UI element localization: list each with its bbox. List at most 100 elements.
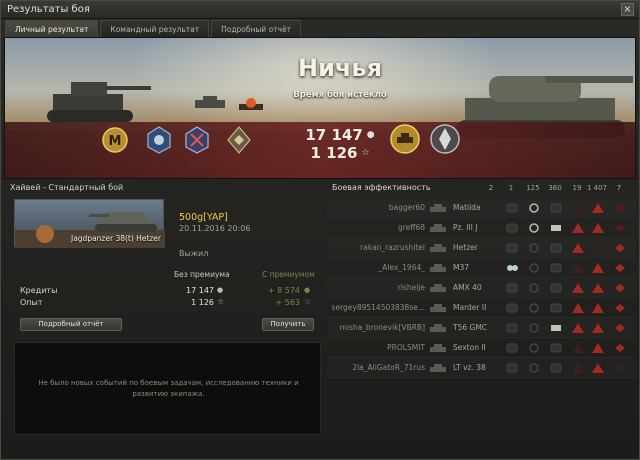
kill-icon [613, 302, 627, 314]
efficiency-row[interactable]: rakan_razrushitel Hetzer [327, 238, 636, 258]
total-xp: 1 126 [310, 144, 358, 162]
row-tank-icon [430, 284, 446, 292]
row-tank-icon [430, 364, 446, 372]
xp-label: Опыт [20, 298, 43, 307]
tab-detailed-report[interactable]: Подробный отчёт [211, 20, 301, 37]
efficiency-row[interactable]: greff68 Pz. III J [327, 218, 636, 238]
vehicle-status: Выжил [179, 249, 209, 258]
crit-icon [571, 302, 585, 314]
xp-value: 1 126 [191, 298, 214, 307]
efficiency-row[interactable]: PROLSMIT Sexton II [327, 338, 636, 358]
mastery-m-badge[interactable]: M [101, 124, 129, 156]
wot-emblem-badge[interactable] [429, 122, 461, 156]
damage-dealt-icon [591, 282, 605, 294]
efficiency-row[interactable]: rishelje AMX 40 [327, 278, 636, 298]
kill-icon [613, 202, 627, 214]
close-button[interactable]: × [621, 3, 634, 16]
battle-result-subtitle: Время боя истекло [293, 90, 387, 100]
crit-icon [571, 242, 585, 254]
battle-results-window: Результаты боя × Личный результат Команд… [0, 0, 640, 460]
efficiency-row[interactable]: sergey89514503838se... Marder II [327, 298, 636, 318]
row-player: bagger60 [388, 203, 425, 212]
col-premium: С премиумом [262, 270, 315, 279]
damage-dealt-icon [591, 342, 605, 354]
col-damage-dealt: 1 407 [586, 184, 608, 192]
xp-premium-star-icon: ☆ [304, 297, 312, 306]
blocked-icon [549, 262, 563, 274]
row-player: greff68 [397, 223, 425, 232]
receive-button[interactable]: Получить [262, 318, 314, 331]
efficiency-rows: bagger60 Matilda greff68 Pz. III J rakan… [327, 198, 636, 384]
kill-icon [613, 242, 627, 254]
col-no-premium: Без премиума [174, 270, 230, 279]
row-tank-icon [430, 264, 446, 272]
credits-icon: ● [366, 130, 375, 140]
achievement-badge-2[interactable] [183, 124, 211, 156]
col-damage-assisted: 125 [526, 184, 540, 192]
crit-icon [571, 322, 585, 334]
distant-tank-image [195, 96, 225, 108]
rank-badge[interactable] [225, 124, 253, 156]
crit-icon [571, 262, 585, 274]
spotted-icon [505, 322, 519, 334]
damage-assist-icon [527, 222, 541, 234]
battle-date: 20.11.2016 20:06 [179, 224, 251, 233]
events-message: Не было новых событий по боевым задачам,… [38, 379, 299, 398]
damage-dealt-icon [591, 302, 605, 314]
xp-premium-value: + 563 [275, 298, 300, 307]
blocked-icon [549, 202, 563, 214]
col-damage-blocked: 360 [548, 184, 562, 192]
kill-icon [613, 362, 627, 374]
tab-bar: Личный результат Командный результат Под… [5, 20, 301, 37]
row-tank-icon [430, 344, 446, 352]
credits-premium-icon: ● [304, 286, 311, 294]
kill-icon [613, 322, 627, 334]
medal-tank-badge[interactable] [389, 122, 421, 156]
row-player: rishelje [397, 283, 425, 292]
row-tank: Hetzer [453, 243, 478, 252]
kill-icon [613, 282, 627, 294]
window-title: Результаты боя [7, 4, 90, 15]
efficiency-row[interactable]: bagger60 Matilda [327, 198, 636, 218]
credits-premium-value: + 8 574 [267, 286, 300, 295]
damage-dealt-icon [591, 322, 605, 334]
tab-team-result[interactable]: Командный результат [100, 20, 210, 37]
spotted-icon [505, 202, 519, 214]
kill-icon [613, 342, 627, 354]
achievement-badge-1[interactable] [145, 124, 173, 156]
detailed-report-button[interactable]: Подробный отчёт [20, 318, 122, 331]
spotted-icon [505, 362, 519, 374]
crit-icon [571, 222, 585, 234]
blocked-icon [549, 342, 563, 354]
row-player: rakan_razrushitel [360, 243, 425, 252]
crit-icon [571, 202, 585, 214]
xp-star-icon: ☆ [361, 148, 370, 158]
row-tank: Matilda [453, 203, 481, 212]
spotted-icon [505, 262, 519, 274]
tab-personal-result[interactable]: Личный результат [5, 20, 99, 37]
efficiency-row[interactable]: misha_bronevik[VBRB] T56 GMC [327, 318, 636, 338]
row-tank: Pz. III J [453, 223, 478, 232]
row-player: sergey89514503838se... [331, 303, 425, 312]
row-tank-icon [430, 244, 446, 252]
efficiency-row[interactable]: 2la_AliGatoR_71rus LT vz. 38 [327, 358, 636, 378]
row-tank: LT vz. 38 [453, 363, 486, 372]
row-tank-icon [430, 204, 446, 212]
credits-label: Кредиты [20, 286, 58, 295]
blocked-icon [549, 242, 563, 254]
credits-row-icon: ● [217, 286, 224, 294]
efficiency-row[interactable]: _Alex_1964_ M37 [327, 258, 636, 278]
row-player: PROLSMIT [387, 343, 425, 352]
blocked-icon [549, 282, 563, 294]
damage-assist-icon [527, 342, 541, 354]
damage-dealt-icon [591, 242, 605, 254]
vehicle-name: Jagdpanzer 38(t) Hetzer [70, 234, 161, 243]
spotted-icon [505, 222, 519, 234]
row-tank-icon [430, 324, 446, 332]
credits-value: 17 147 [186, 286, 214, 295]
col-hits: 1 [508, 184, 514, 192]
row-tank: Marder II [453, 303, 487, 312]
crit-icon [571, 362, 585, 374]
damage-dealt-icon [591, 262, 605, 274]
damage-assist-icon [527, 242, 541, 254]
